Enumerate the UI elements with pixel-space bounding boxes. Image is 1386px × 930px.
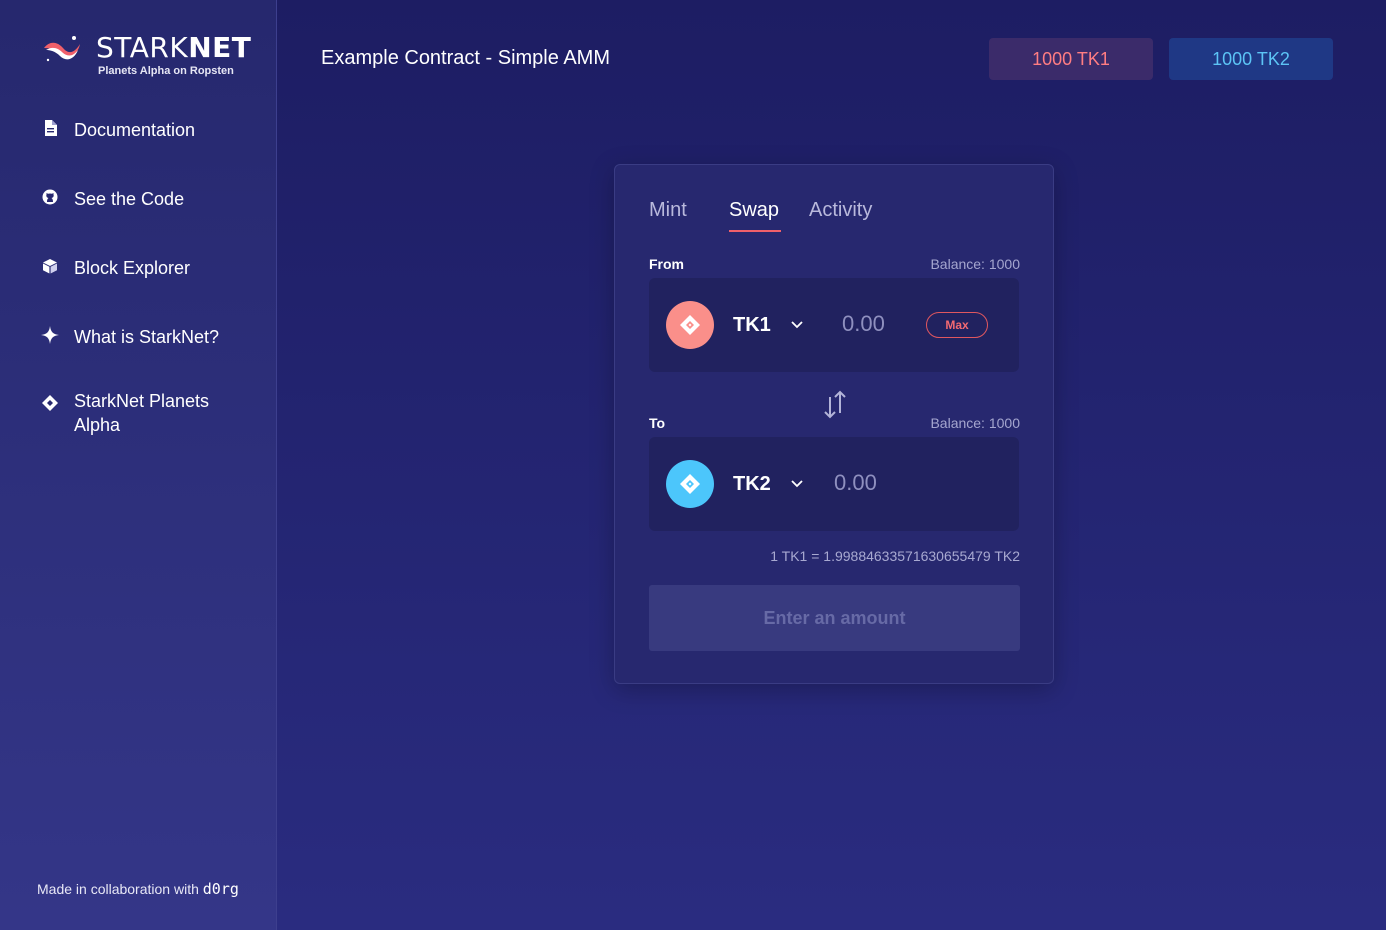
cube-icon [40,256,60,276]
from-balance: Balance: 1000 [930,256,1020,272]
sidebar-item-label: Documentation [74,120,196,140]
tk1-token-icon [666,301,714,349]
footer-brand-link[interactable]: d0rg [203,880,239,898]
footer-text: Made in collaboration with [37,881,203,897]
sidebar-item-see-the-code[interactable]: See the Code [40,187,234,211]
page-title: Example Contract - Simple AMM [321,47,610,69]
chevron-down-icon[interactable] [789,316,805,332]
tab-swap[interactable]: Swap [729,199,779,222]
sidebar-item-block-explorer[interactable]: Block Explorer [40,256,234,280]
starknet-logo[interactable]: STARKNET Planets Alpha on Ropsten [42,31,252,82]
starknet-logo-icon [44,36,80,62]
swap-card: Mint Swap Activity From Balance: 1000 TK… [614,164,1054,684]
chevron-down-icon[interactable] [789,475,805,491]
sidebar-item-label: What is StarkNet? [74,327,220,347]
sidebar-item-label: StarkNet Planets Alpha [74,391,210,435]
document-icon [40,118,60,138]
to-token-name[interactable]: TK2 [733,473,771,496]
max-button[interactable]: Max [926,312,988,338]
sidebar-item-what-is-starknet[interactable]: What is StarkNet? [40,325,234,349]
from-token-box: TK1 Max [649,278,1019,372]
from-amount-input[interactable] [842,308,912,340]
from-token-name[interactable]: TK1 [733,314,771,337]
sidebar-item-label: Block Explorer [74,258,191,278]
from-label: From [649,256,684,272]
tab-activity[interactable]: Activity [809,199,872,222]
active-tab-indicator [729,230,781,232]
to-amount-input[interactable] [834,467,904,499]
logo-subtitle: Planets Alpha on Ropsten [98,65,234,77]
diamond-icon [40,393,60,413]
sparkle-icon [40,325,60,345]
logo-wordmark: STARKNET [96,31,252,64]
to-label: To [649,415,666,431]
to-balance: Balance: 1000 [930,415,1020,431]
tk1-balance-button[interactable]: 1000 TK1 [989,38,1153,80]
sidebar-footer: Made in collaboration with d0rg [37,880,239,898]
sidebar-item-documentation[interactable]: Documentation [40,118,234,142]
exchange-rate: 1 TK1 = 1.99884633571630655479 TK2 [770,548,1020,564]
sidebar-item-starknet-planets-alpha[interactable]: StarkNet Planets Alpha [40,389,234,437]
sidebar: STARKNET Planets Alpha on Ropsten Docume… [0,0,277,930]
enter-amount-button[interactable]: Enter an amount [649,585,1020,651]
github-icon [40,187,60,207]
tab-mint[interactable]: Mint [649,199,687,222]
tk2-balance-button[interactable]: 1000 TK2 [1169,38,1333,80]
sidebar-item-label: See the Code [74,189,185,209]
tk2-token-icon [666,460,714,508]
swap-direction-icon[interactable] [821,389,849,419]
to-token-box: TK2 [649,437,1019,531]
